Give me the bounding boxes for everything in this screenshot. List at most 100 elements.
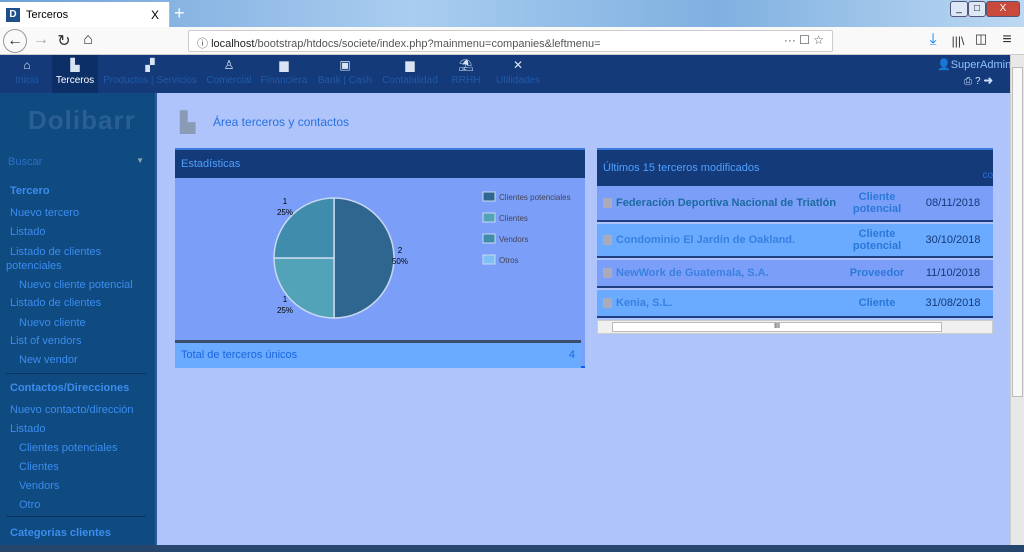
back-icon[interactable]: ← xyxy=(3,29,27,53)
menu-inicio[interactable]: ⌂ Inicio xyxy=(8,55,46,93)
maximize-button[interactable]: □ xyxy=(968,1,986,17)
menu-utilidades[interactable]: ✕ Utilidades xyxy=(492,55,544,93)
menu-bank-cash[interactable]: ▣ Bank | Cash xyxy=(316,55,374,93)
safe-icon: ▣ xyxy=(339,58,351,72)
new-tab-button[interactable]: + xyxy=(174,3,185,24)
dolibarr-logo: Dolibarr xyxy=(28,105,136,135)
sidebar-item[interactable]: Nuevo cliente xyxy=(19,317,86,329)
recent-title-text: Últimos 15 terceros modificados xyxy=(603,162,760,174)
search-select[interactable]: Buscar ▼ xyxy=(8,156,144,168)
thirdparty-name: Kenia, S.L. xyxy=(616,297,673,309)
coins-icon: ▆ xyxy=(405,58,415,72)
sidebar-heading[interactable]: Categorias clientes xyxy=(10,527,111,539)
home-icon[interactable]: ⌂ xyxy=(77,31,99,49)
recent-title: Últimos 15 terceros modificados co xyxy=(597,150,993,186)
menu-productos[interactable]: ▞ Productos | Servicios xyxy=(102,55,198,93)
sidebar-item[interactable]: New vendor xyxy=(19,354,78,366)
type-line1: Cliente xyxy=(858,297,896,309)
umbrella-icon: ⛱ xyxy=(458,58,474,72)
menu-label: Comercial xyxy=(206,75,252,86)
type-line1: Cliente xyxy=(858,191,896,203)
menu-rrhh[interactable]: ⛱ RRHH xyxy=(448,55,484,93)
minimize-button[interactable]: _ xyxy=(950,1,968,17)
chevron-down-icon: ▼ xyxy=(136,156,144,165)
vertical-scrollbar[interactable] xyxy=(1010,55,1024,545)
sidebar-item[interactable]: List of vendors xyxy=(10,335,82,347)
menu-terceros[interactable]: ▙ Terceros xyxy=(52,55,98,93)
thirdparty-link[interactable]: NewWork de Guatemala, S.A. xyxy=(597,267,841,279)
sidebar-item[interactable]: Listado xyxy=(10,423,45,435)
thirdparty-type: Proveedor xyxy=(841,267,913,279)
scroll-thumb[interactable]: III xyxy=(612,322,942,332)
sidebar-item[interactable]: Listado xyxy=(10,226,45,238)
menu-contabilidad[interactable]: ▆ Contabilidad xyxy=(380,55,440,93)
modified-date: 08/11/2018 xyxy=(925,197,981,209)
menu-comercial[interactable]: ♙ Comercial xyxy=(204,55,254,93)
url-bar[interactable]: ⓘ localhost/bootstrap/htdocs/societe/ind… xyxy=(188,30,833,52)
menu-icon[interactable]: ≡ xyxy=(996,31,1018,49)
sidebar-heading[interactable]: Contactos/Direcciones xyxy=(10,382,129,394)
thirdparty-link[interactable]: Federación Deportiva Nacional de Triatló… xyxy=(597,197,841,209)
pie-slice-2[interactable] xyxy=(273,197,335,259)
sidebar-item[interactable]: Otro xyxy=(19,499,40,511)
reload-icon[interactable]: ↻ xyxy=(53,31,75,51)
url-path: /bootstrap/htdocs/societe/index.php?main… xyxy=(254,38,601,50)
user-name: SuperAdmin xyxy=(950,59,1012,71)
menu-label: Inicio xyxy=(15,75,39,86)
browser-tab[interactable]: D Terceros X xyxy=(0,2,170,27)
sidebar-item[interactable]: Clientes xyxy=(19,461,59,473)
sidebar-icon[interactable]: ◫ xyxy=(970,31,992,47)
thirdparty-type: Cliente potencial xyxy=(841,191,913,215)
sidebar-item[interactable]: Listado de clientes xyxy=(10,246,101,258)
sidebar-item[interactable]: Nuevo cliente potencial xyxy=(19,279,133,291)
print-icon[interactable]: ⎙ xyxy=(964,76,975,87)
browser-tab-bar: D Terceros X + _ □ X xyxy=(0,0,1024,27)
sidebar-item[interactable]: Nuevo tercero xyxy=(10,207,79,219)
pie-slice-0[interactable] xyxy=(333,197,395,319)
table-row: Kenia, S.L. Cliente 31/08/2018 xyxy=(597,290,993,318)
home-icon: ⌂ xyxy=(23,58,31,72)
sidebar-item[interactable]: Nuevo contacto/dirección xyxy=(10,404,134,416)
legend-label: Vendors xyxy=(499,235,528,244)
stats-panel: Estadísticas 2 50% 1 25% 1 25% Clientes potenc… xyxy=(175,148,585,368)
sidebar-item[interactable]: Clientes potenciales xyxy=(19,442,117,454)
modified-date: 31/08/2018 xyxy=(925,297,981,309)
library-icon[interactable]: |||\ xyxy=(947,34,969,48)
user-menu[interactable]: 👤SuperAdmin xyxy=(937,58,1011,71)
scroll-thumb[interactable] xyxy=(1012,67,1023,397)
sidebar-item[interactable]: Listado de clientes xyxy=(10,297,101,309)
thirdparty-type: Cliente xyxy=(841,297,913,309)
page-actions-icon[interactable]: ··· ☐ ☆ xyxy=(784,33,824,47)
thirdparty-name: Condominio El Jardín de Oakland. xyxy=(616,234,796,246)
sidebar-heading[interactable]: Tercero xyxy=(10,185,50,197)
sidebar-item[interactable]: potenciales xyxy=(6,260,62,272)
legend-swatch xyxy=(482,191,496,202)
pie-label-pct: 25% xyxy=(277,306,293,315)
building-icon xyxy=(603,268,612,279)
type-line2: potencial xyxy=(852,203,902,215)
menu-financiera[interactable]: ▆ Financiera xyxy=(258,55,310,93)
horizontal-scrollbar[interactable]: III xyxy=(597,320,993,334)
thirdparty-link[interactable]: Condominio El Jardín de Oakland. xyxy=(597,234,841,246)
forward-icon[interactable]: → xyxy=(30,31,52,49)
thirdparty-link[interactable]: Kenia, S.L. xyxy=(597,297,841,309)
download-icon[interactable]: ⤓ xyxy=(922,31,944,49)
info-icon: ⓘ xyxy=(197,38,212,50)
menu-label: Financiera xyxy=(260,75,308,86)
logout-icon[interactable]: ➜ xyxy=(984,76,996,87)
menu-label: Contabilidad xyxy=(382,75,438,86)
table-row: Federación Deportiva Nacional de Triatló… xyxy=(597,186,993,222)
sidebar-item[interactable]: Vendors xyxy=(19,480,59,492)
legend-label: Clientes potenciales xyxy=(499,193,571,202)
pie-chart: 2 50% 1 25% 1 25% Clientes potenciales Clientes… xyxy=(273,191,571,319)
menu-label: Bank | Cash xyxy=(317,75,373,86)
search-label: Buscar xyxy=(8,156,43,168)
browser-navbar: ← → ↻ ⌂ ⓘ localhost/bootstrap/htdocs/soc… xyxy=(0,27,1024,55)
help-icon[interactable]: ? xyxy=(975,76,984,87)
menu-label: Utilidades xyxy=(496,75,540,86)
close-window-button[interactable]: X xyxy=(986,1,1020,17)
building-icon: ▙ xyxy=(180,112,196,134)
tab-close-button[interactable]: X xyxy=(151,8,159,22)
table-row: NewWork de Guatemala, S.A. Proveedor 11/10… xyxy=(597,260,993,288)
total-value: 4 xyxy=(568,349,575,361)
